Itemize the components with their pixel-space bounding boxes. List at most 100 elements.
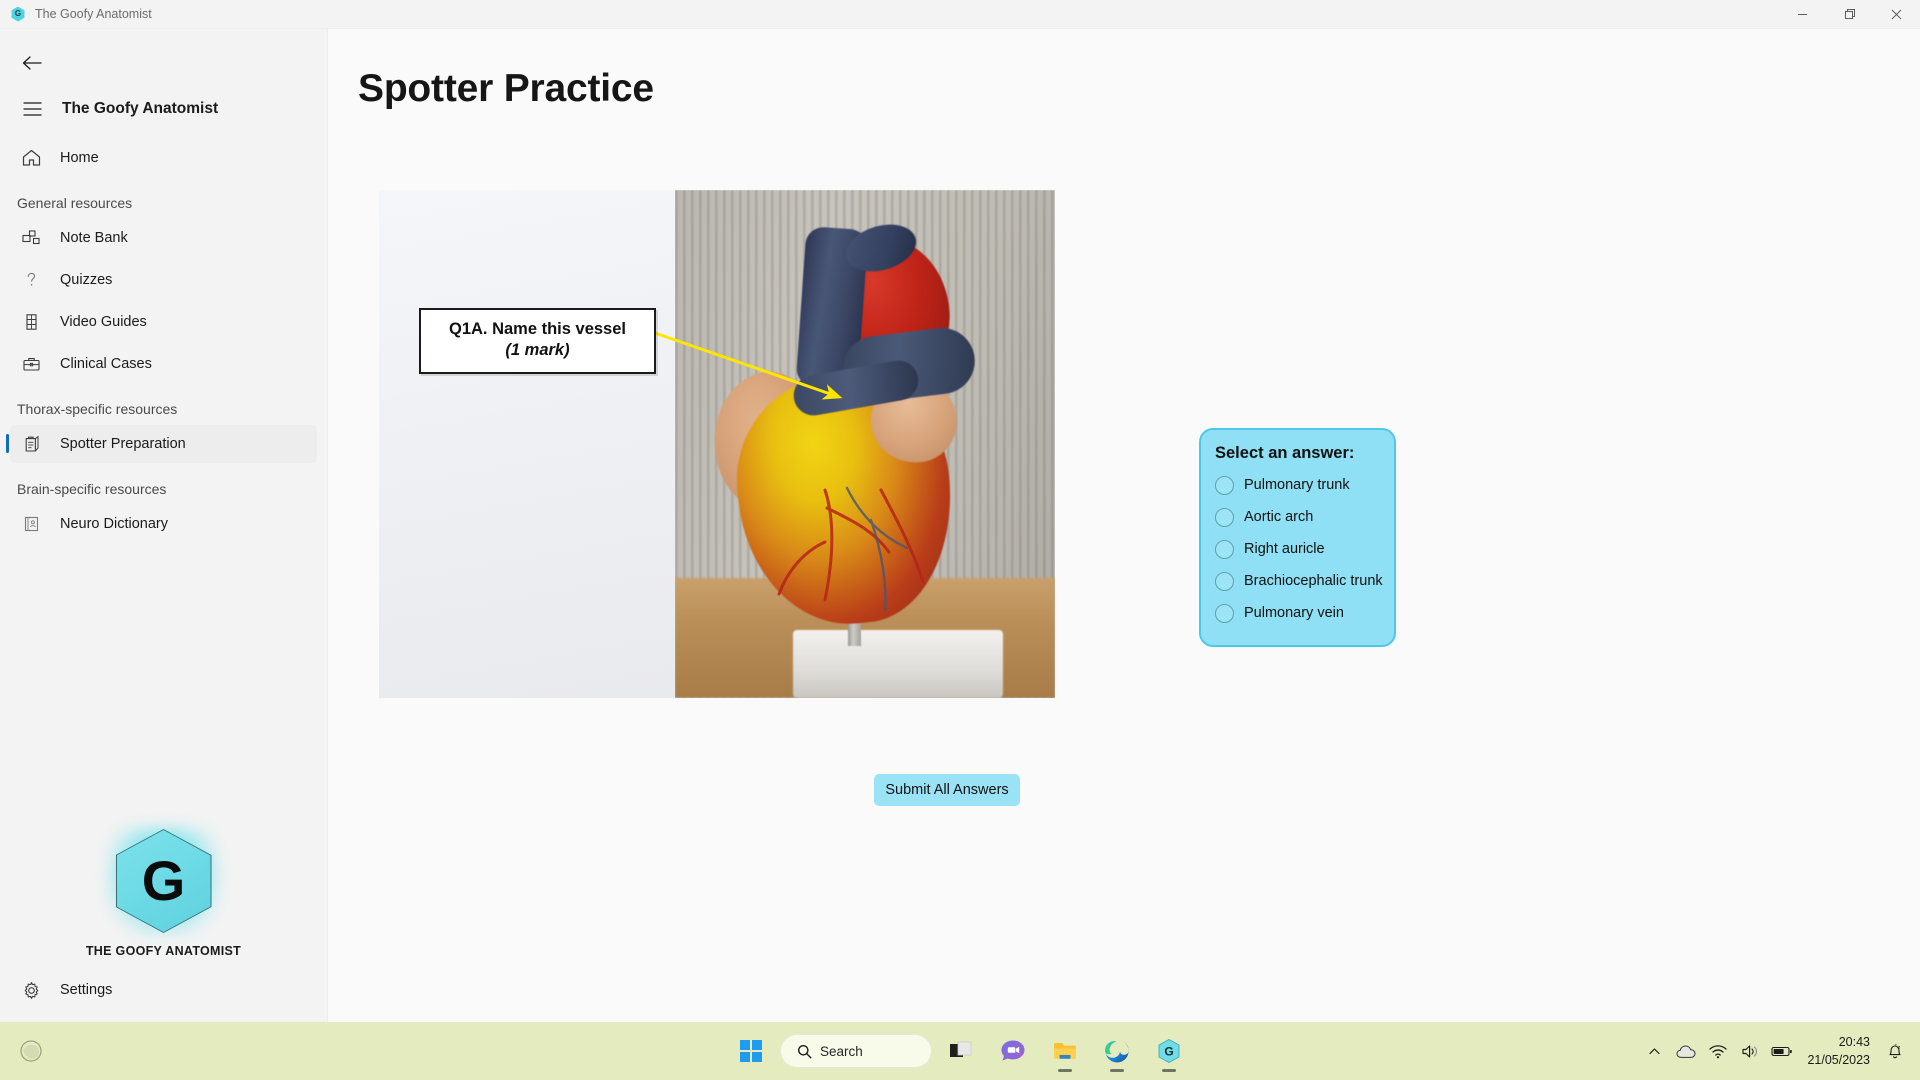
- app-window: G The Goofy Anatomist The Goofy Anatomis…: [0, 0, 1920, 1022]
- answer-panel-title: Select an answer:: [1215, 444, 1355, 462]
- taskbar-tray: 20:43 21/05/2023 z z: [1639, 1031, 1910, 1071]
- sidebar-item-label: Quizzes: [60, 272, 113, 288]
- sidebar-item-label: Clinical Cases: [60, 356, 152, 372]
- answer-option-right-auricle[interactable]: Right auricle: [1215, 533, 1382, 565]
- question-marks: (1 mark): [505, 340, 570, 359]
- svg-text:z: z: [1895, 1043, 1897, 1048]
- answer-option-pulmonary-trunk[interactable]: Pulmonary trunk: [1215, 469, 1382, 501]
- question-mark-icon: [16, 271, 46, 289]
- search-icon: [798, 1044, 812, 1059]
- page-title: Spotter Practice: [358, 67, 654, 110]
- battery-icon[interactable]: [1767, 1031, 1797, 1071]
- sidebar-app-title: The Goofy Anatomist: [62, 100, 219, 117]
- onedrive-icon[interactable]: [1671, 1031, 1701, 1071]
- svg-text:G: G: [1164, 1045, 1173, 1059]
- radio-button[interactable]: [1215, 603, 1234, 623]
- taskbar-left: [8, 1028, 54, 1074]
- answer-option-label: Aortic arch: [1244, 509, 1314, 525]
- radio-button[interactable]: [1215, 539, 1234, 559]
- question-label-box: Q1A. Name this vessel (1 mark): [419, 308, 656, 375]
- window-body: The Goofy Anatomist Home General resourc…: [0, 29, 1920, 1022]
- clipboard-icon: [16, 435, 46, 453]
- window-title: The Goofy Anatomist: [35, 7, 152, 21]
- hamburger-menu-icon[interactable]: [14, 91, 50, 127]
- sidebar-item-neuro-dictionary[interactable]: Neuro Dictionary: [10, 505, 317, 543]
- briefcase-icon: [16, 355, 46, 373]
- note-bank-icon: [16, 229, 46, 247]
- chat-icon[interactable]: [990, 1028, 1036, 1074]
- radio-button[interactable]: [1215, 507, 1234, 527]
- svg-text:z: z: [1898, 1045, 1901, 1051]
- clock-time: 20:43: [1838, 1034, 1870, 1049]
- sidebar-section-thorax: Thorax-specific resources: [17, 401, 178, 417]
- title-bar: G The Goofy Anatomist: [0, 0, 1920, 29]
- main-content: Spotter Practice Q1A. Name this vessel (…: [327, 29, 1920, 1022]
- answer-option-label: Pulmonary trunk: [1244, 477, 1350, 493]
- title-bar-left: G The Goofy Anatomist: [0, 6, 152, 22]
- task-view-icon[interactable]: [938, 1028, 984, 1074]
- taskbar-center: Search G: [728, 1028, 1192, 1074]
- radio-button[interactable]: [1215, 475, 1234, 495]
- sidebar-section-brain: Brain-specific resources: [17, 481, 167, 497]
- edge-icon[interactable]: [1094, 1028, 1140, 1074]
- sidebar-item-note-bank[interactable]: Note Bank: [10, 219, 317, 257]
- sidebar-item-settings[interactable]: Settings: [10, 970, 317, 1010]
- answer-option-label: Brachiocephalic trunk: [1244, 573, 1383, 589]
- question-text: Q1A. Name this vessel: [448, 320, 626, 338]
- arrow-left-icon: [22, 56, 42, 70]
- sidebar-item-quizzes[interactable]: Quizzes: [10, 261, 317, 299]
- volume-icon[interactable]: [1735, 1031, 1765, 1071]
- answer-option-label: Right auricle: [1244, 541, 1325, 557]
- sidebar-section-general: General resources: [17, 195, 133, 211]
- logo-caption: THE GOOFY ANATOMIST: [85, 944, 242, 958]
- wifi-icon[interactable]: [1703, 1031, 1733, 1071]
- sidebar-item-video-guides[interactable]: Video Guides: [10, 303, 317, 341]
- answer-option-label: Pulmonary vein: [1244, 605, 1344, 621]
- restore-button[interactable]: [1826, 0, 1873, 29]
- goofy-anatomist-logo-icon: G: [10, 6, 26, 22]
- logo-letter: G: [141, 849, 186, 912]
- taskbar: Search G 20:43 21/05/2023 z z: [0, 1022, 1920, 1080]
- weather-widget-icon[interactable]: [8, 1028, 54, 1074]
- answer-panel: Select an answer: Pulmonary trunk Aortic…: [1199, 428, 1396, 647]
- radio-button[interactable]: [1215, 571, 1234, 591]
- clock-date: 21/05/2023: [1807, 1053, 1870, 1067]
- search-box[interactable]: Search: [780, 1034, 932, 1068]
- sidebar-item-label: Home: [60, 150, 99, 166]
- logo-hexagon: G: [98, 820, 230, 942]
- desktop: G The Goofy Anatomist The Goofy Anatomis…: [0, 0, 1920, 1080]
- show-hidden-icons-chevron-icon[interactable]: [1639, 1031, 1669, 1071]
- answer-option-pulmonary-vein[interactable]: Pulmonary vein: [1215, 597, 1382, 629]
- sidebar-brand-logo: G THE GOOFY ANATOMIST: [0, 820, 327, 966]
- heart-photograph: [675, 190, 1055, 698]
- film-icon: [16, 313, 46, 331]
- submit-all-answers-button[interactable]: Submit All Answers: [874, 774, 1020, 806]
- start-button[interactable]: [728, 1028, 774, 1074]
- sidebar-item-label: Spotter Preparation: [60, 436, 186, 452]
- file-explorer-icon[interactable]: [1042, 1028, 1088, 1074]
- sidebar-item-label: Neuro Dictionary: [60, 516, 168, 532]
- window-controls: [1779, 0, 1920, 29]
- minimize-button[interactable]: [1779, 0, 1826, 29]
- sidebar-item-spotter-preparation[interactable]: Spotter Preparation: [6, 425, 317, 463]
- sidebar-settings-label: Settings: [60, 982, 113, 998]
- close-button[interactable]: [1873, 0, 1920, 29]
- sidebar-item-label: Video Guides: [60, 314, 147, 330]
- goofy-anatomist-app-icon[interactable]: G: [1146, 1028, 1192, 1074]
- sidebar-header: The Goofy Anatomist: [10, 89, 317, 129]
- book-person-icon: [16, 515, 46, 533]
- sidebar-item-home[interactable]: Home: [10, 139, 317, 177]
- gear-icon: [16, 981, 46, 1000]
- question-image[interactable]: Q1A. Name this vessel (1 mark): [379, 190, 1055, 698]
- home-icon: [16, 149, 46, 167]
- answer-option-aortic-arch[interactable]: Aortic arch: [1215, 501, 1382, 533]
- sidebar-item-label: Note Bank: [60, 230, 128, 246]
- sidebar-item-clinical-cases[interactable]: Clinical Cases: [10, 345, 317, 383]
- sidebar: The Goofy Anatomist Home General resourc…: [0, 29, 327, 1022]
- clock[interactable]: 20:43 21/05/2023: [1799, 1033, 1878, 1069]
- back-button[interactable]: [12, 45, 52, 81]
- notifications-bell-icon[interactable]: z z: [1880, 1031, 1910, 1071]
- search-label: Search: [820, 1043, 863, 1059]
- coronary-vessels: [777, 486, 925, 612]
- answer-option-brachiocephalic-trunk[interactable]: Brachiocephalic trunk: [1215, 565, 1383, 597]
